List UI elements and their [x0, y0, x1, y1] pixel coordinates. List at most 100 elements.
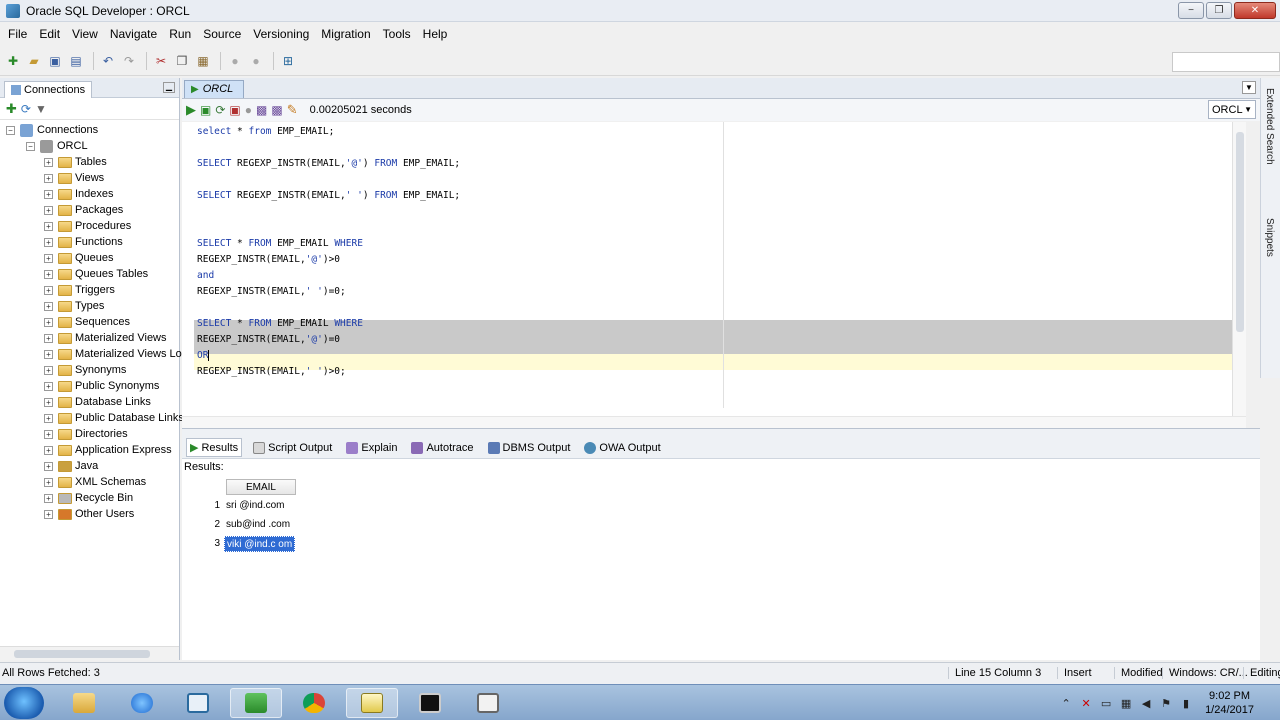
taskbar-explorer[interactable]: [58, 688, 110, 718]
tree-item-recycle-bin[interactable]: + Recycle Bin: [0, 490, 179, 506]
table-row[interactable]: 3 viki @ind.c om: [182, 534, 296, 553]
tab-explain[interactable]: Explain: [343, 440, 400, 456]
taskbar-ie[interactable]: [116, 688, 168, 718]
printer-icon[interactable]: ▭: [1099, 696, 1113, 710]
tree-item-procedures[interactable]: + Procedures: [0, 218, 179, 234]
tree-item-xml-schemas[interactable]: + XML Schemas: [0, 474, 179, 490]
collapse-icon[interactable]: −: [26, 141, 35, 151]
expand-icon[interactable]: +: [44, 509, 53, 519]
vertical-scrollbar[interactable]: [1246, 477, 1258, 653]
email-cell[interactable]: sub@ind .com: [224, 517, 292, 533]
menu-edit[interactable]: Edit: [35, 27, 64, 41]
tree-root[interactable]: − Connections: [0, 122, 179, 138]
tree-item-indexes[interactable]: + Indexes: [0, 186, 179, 202]
menu-versioning[interactable]: Versioning: [249, 27, 313, 41]
tree-item-queues[interactable]: + Queues: [0, 250, 179, 266]
menu-source[interactable]: Source: [199, 27, 245, 41]
tree-item-packages[interactable]: + Packages: [0, 202, 179, 218]
start-button[interactable]: [4, 687, 44, 719]
table-row[interactable]: 2 sub@ind .com: [182, 515, 292, 534]
expand-icon[interactable]: +: [44, 461, 53, 471]
filter-icon[interactable]: ▼: [35, 102, 47, 116]
email-cell[interactable]: viki @ind.c om: [224, 535, 296, 552]
code-line[interactable]: OR: [197, 348, 210, 364]
scrollbar-thumb[interactable]: [14, 650, 150, 658]
code-line[interactable]: REGEXP_INSTR(EMAIL,' ')>0;: [197, 364, 346, 380]
expand-icon[interactable]: +: [44, 157, 53, 167]
menu-help[interactable]: Help: [419, 27, 452, 41]
expand-icon[interactable]: +: [44, 477, 53, 487]
menu-run[interactable]: Run: [165, 27, 195, 41]
expand-icon[interactable]: +: [44, 493, 53, 503]
battery-icon[interactable]: ▮: [1179, 696, 1193, 710]
menu-file[interactable]: File: [4, 27, 31, 41]
code-line[interactable]: SELECT REGEXP_INSTR(EMAIL,'@') FROM EMP_…: [197, 156, 460, 172]
code-line[interactable]: and: [197, 268, 214, 284]
redo-icon[interactable]: ↷: [120, 52, 138, 70]
tab-list-dropdown-icon[interactable]: ▼: [1242, 81, 1256, 94]
tab-autotrace[interactable]: Autotrace: [408, 440, 476, 456]
expand-icon[interactable]: +: [44, 445, 53, 455]
table-row[interactable]: 1 sri @ind.com: [182, 496, 287, 515]
scrollbar-thumb[interactable]: [1236, 132, 1244, 332]
expand-icon[interactable]: +: [44, 253, 53, 263]
tree-item-public-synonyms[interactable]: + Public Synonyms: [0, 378, 179, 394]
tab-results[interactable]: ▶ Results: [186, 438, 243, 457]
tree-connection-orcl[interactable]: − ORCL: [0, 138, 179, 154]
add-connection-icon[interactable]: ✚: [6, 101, 17, 117]
taskbar-chrome[interactable]: [288, 688, 340, 718]
connection-select[interactable]: ORCL ▼: [1208, 100, 1256, 119]
tree-item-application-express[interactable]: + Application Express: [0, 442, 179, 458]
tab-owa-output[interactable]: OWA Output: [581, 440, 663, 456]
clock[interactable]: 9:02 PM 1/24/2017: [1205, 689, 1254, 717]
minimize-button[interactable]: −: [1178, 2, 1204, 19]
sql-worksheet-icon[interactable]: ⊞: [279, 52, 297, 70]
expand-icon[interactable]: +: [44, 429, 53, 439]
tab-script-output[interactable]: Script Output: [250, 440, 335, 456]
code-editor[interactable]: select * from EMP_EMAIL; SELECT REGEXP_I…: [182, 122, 1246, 416]
volume-icon[interactable]: ◀: [1139, 696, 1153, 710]
expand-icon[interactable]: +: [44, 189, 53, 199]
tree-item-database-links[interactable]: + Database Links: [0, 394, 179, 410]
undo-icon[interactable]: ↶: [99, 52, 117, 70]
tab-dbms-output[interactable]: DBMS Output: [485, 440, 574, 456]
horizontal-scrollbar[interactable]: [0, 646, 179, 660]
open-icon[interactable]: ▰: [25, 52, 43, 70]
expand-icon[interactable]: +: [44, 221, 53, 231]
tree-item-queues-tables[interactable]: + Queues Tables: [0, 266, 179, 282]
tree-item-triggers[interactable]: + Triggers: [0, 282, 179, 298]
tree-item-other-users[interactable]: + Other Users: [0, 506, 179, 522]
copy-icon[interactable]: ❐: [173, 52, 191, 70]
tree-item-functions[interactable]: + Functions: [0, 234, 179, 250]
sql-tuning-icon[interactable]: ▩: [256, 103, 267, 117]
tree-item-directories[interactable]: + Directories: [0, 426, 179, 442]
restore-button[interactable]: ❐: [1206, 2, 1232, 19]
expand-icon[interactable]: +: [44, 397, 53, 407]
splitter[interactable]: [182, 429, 1260, 437]
expand-icon[interactable]: +: [44, 349, 53, 359]
run-statement-icon[interactable]: ▶: [186, 102, 196, 118]
snippets-tab[interactable]: Snippets: [1264, 218, 1275, 257]
code-line[interactable]: SELECT * FROM EMP_EMAIL WHERE: [197, 316, 363, 332]
search-input[interactable]: [1172, 52, 1280, 72]
taskbar-window[interactable]: [462, 688, 514, 718]
refresh-icon[interactable]: ⟳: [21, 102, 31, 116]
commit-icon[interactable]: ⟳: [215, 103, 225, 117]
chevron-up-icon[interactable]: ⌃: [1059, 696, 1073, 710]
flag-icon[interactable]: ⚑: [1159, 696, 1173, 710]
network-icon[interactable]: ▦: [1119, 696, 1133, 710]
close-button[interactable]: ✕: [1234, 2, 1276, 19]
minimize-panel-button[interactable]: ▁: [163, 82, 175, 93]
cancel-icon[interactable]: ●: [245, 103, 252, 117]
tree-item-sequences[interactable]: + Sequences: [0, 314, 179, 330]
expand-icon[interactable]: +: [44, 413, 53, 423]
taskbar-sql-developer[interactable]: [346, 688, 398, 718]
tree-item-materialized-views-lo[interactable]: + Materialized Views Lo: [0, 346, 182, 362]
save-all-icon[interactable]: ▤: [67, 52, 85, 70]
expand-icon[interactable]: +: [44, 173, 53, 183]
tree-item-java[interactable]: + Java: [0, 458, 179, 474]
extended-search-tab[interactable]: Extended Search: [1264, 88, 1275, 165]
taskbar-app[interactable]: [172, 688, 224, 718]
expand-icon[interactable]: +: [44, 317, 53, 327]
tree-item-tables[interactable]: + Tables: [0, 154, 179, 170]
